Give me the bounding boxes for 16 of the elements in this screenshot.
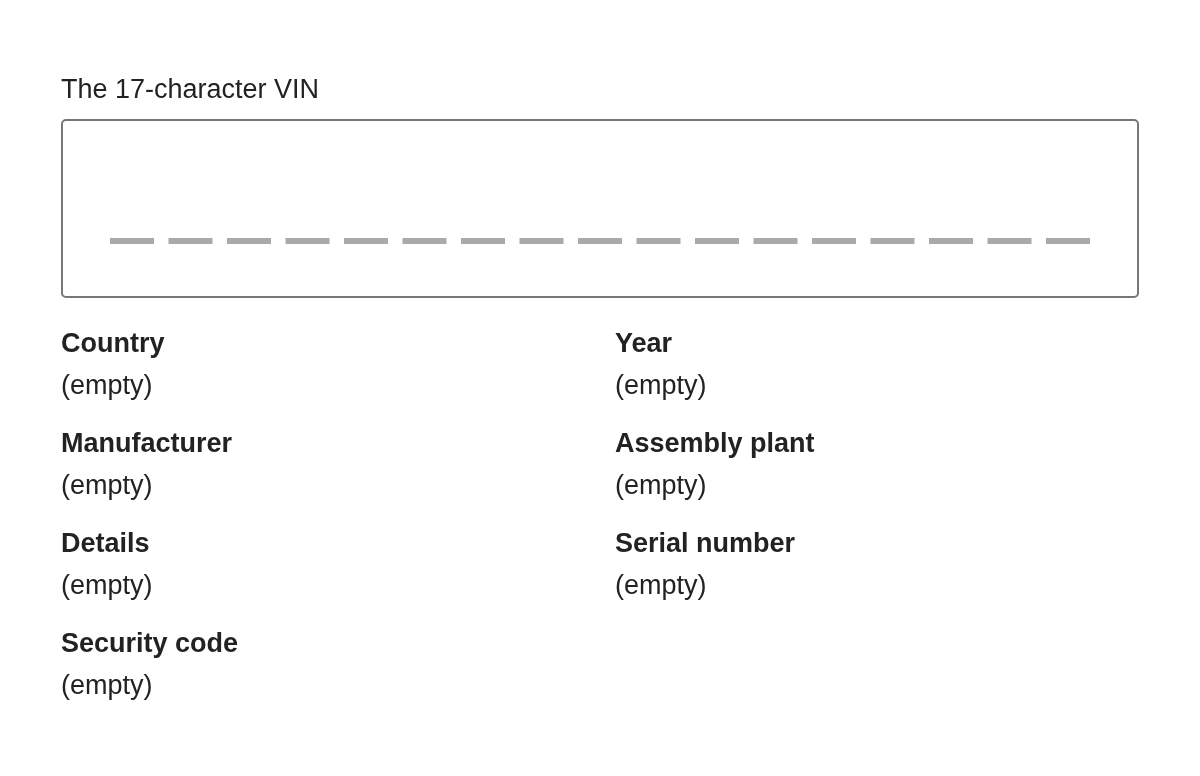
decoded-field-value: (empty) [615,469,707,502]
decoded-field-value: (empty) [61,369,153,402]
decoded-field-label: Assembly plant [615,427,815,460]
decoded-field-value: (empty) [615,569,707,602]
decoded-field-label: Security code [61,627,239,660]
decoded-field-label: Details [61,527,150,560]
vin-input-field[interactable] [61,119,1139,298]
field-label: The 17-character VIN [61,73,320,106]
decoded-field-label: Country [61,327,165,360]
decoded-field-value: (empty) [61,469,153,502]
decoded-field-label: Year [615,327,673,360]
decoded-field-label: Serial number [615,527,796,560]
decoded-field-label: Manufacturer [61,427,233,460]
decoded-field-value: (empty) [61,669,153,702]
decoded-field-value: (empty) [61,569,153,602]
decoded-field-value: (empty) [615,369,707,402]
